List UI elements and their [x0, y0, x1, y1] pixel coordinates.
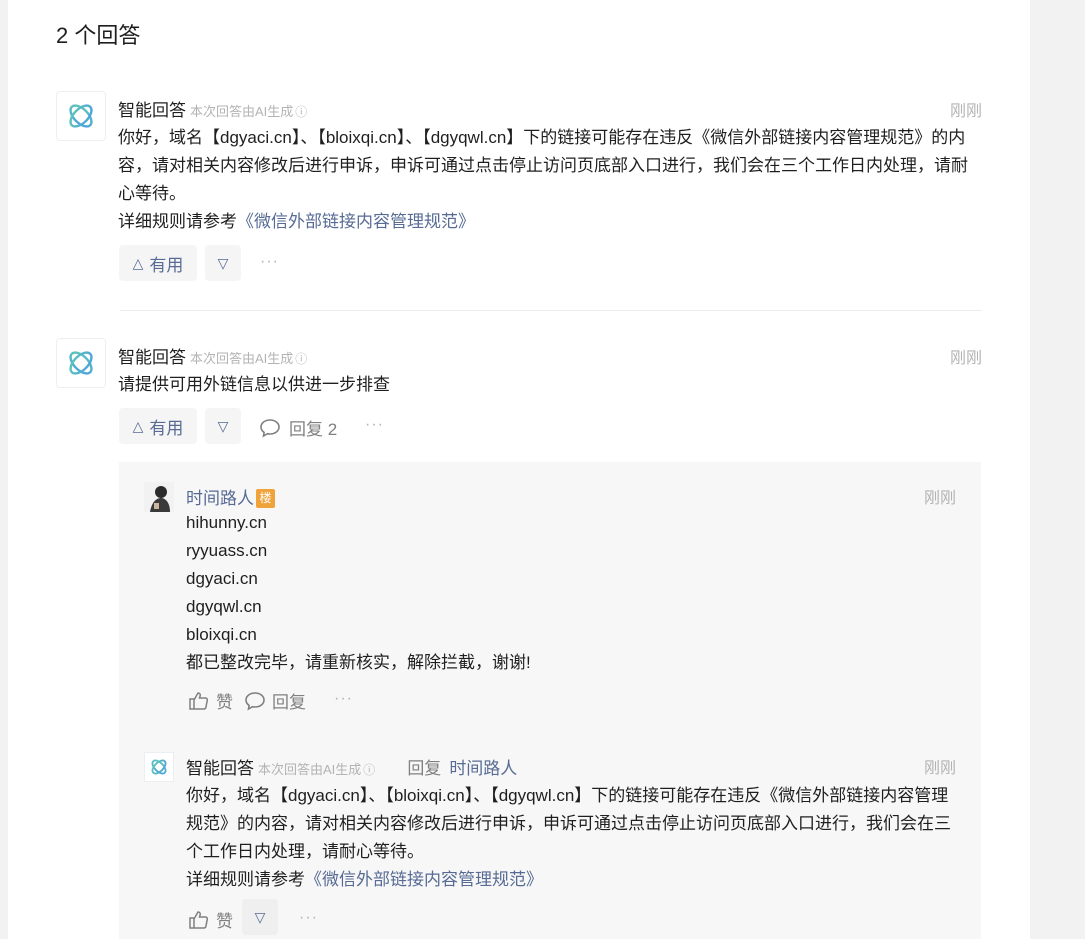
reply-button[interactable]: 回复 2 — [259, 415, 337, 440]
reply-line: hihunny.cn — [186, 513, 267, 532]
answer-text: 你好，域名【dgyaci.cn】、【bloixqi.cn】、【dgyqwl.cn… — [118, 128, 968, 203]
ai-generated-note: 本次回答由AI生成 — [258, 762, 362, 777]
answer-item: 智能回答 本次回答由AI生成 ⓘ 刚刚 请提供可用外链信息以供进一步排查 — [56, 337, 982, 397]
author-name[interactable]: 智能回答 — [118, 348, 186, 367]
reply-to-user[interactable]: 时间路人 — [449, 759, 517, 778]
reply-header: 时间路人楼 — [186, 484, 275, 509]
more-options-icon[interactable]: ··· — [365, 416, 384, 434]
answer-divider — [120, 310, 982, 311]
info-icon[interactable]: ⓘ — [363, 763, 375, 777]
answer-header: 智能回答 本次回答由AI生成 ⓘ — [118, 96, 307, 121]
answer-time: 刚刚 — [949, 350, 982, 367]
rules-link[interactable]: 《微信外部链接内容管理规范》 — [237, 212, 475, 231]
thumb-up-icon — [189, 691, 209, 710]
reply-time: 刚刚 — [923, 490, 956, 507]
not-useful-button[interactable]: ▽ — [242, 899, 278, 935]
author-name[interactable]: 智能回答 — [118, 101, 186, 120]
info-icon[interactable]: ⓘ — [295, 105, 307, 119]
ai-avatar[interactable] — [56, 91, 106, 141]
info-icon[interactable]: ⓘ — [295, 352, 307, 366]
thumb-up-outline-icon: △ — [132, 417, 144, 434]
not-useful-button[interactable]: ▽ — [205, 408, 241, 444]
ai-generated-note: 本次回答由AI生成 — [190, 104, 294, 119]
reply-to-label: 回复 — [407, 759, 442, 778]
like-button[interactable]: 赞 — [188, 688, 233, 713]
ai-logo-icon — [69, 104, 93, 128]
useful-label: 有用 — [149, 255, 184, 275]
answers-card: 2 个回答 智能回答 本次回答由AI生成 ⓘ 刚刚 你好，域名【dgyaci.cn】… — [8, 0, 1030, 939]
more-options-icon[interactable]: ··· — [260, 253, 279, 271]
rules-link[interactable]: 《微信外部链接内容管理规范》 — [305, 870, 543, 889]
triangle-down-icon: ▽ — [217, 254, 229, 271]
ai-logo-icon — [151, 759, 167, 775]
useful-label: 有用 — [149, 418, 184, 438]
reply-line: dgyqwl.cn — [186, 597, 262, 616]
reply-line: dgyaci.cn — [186, 569, 258, 588]
useful-button[interactable]: △ 有用 — [119, 245, 197, 281]
triangle-down-icon: ▽ — [254, 908, 266, 925]
like-label: 赞 — [216, 912, 233, 931]
reply-count-label: 回复 2 — [289, 420, 338, 439]
reply-line: bloixqi.cn — [186, 625, 257, 644]
reply-thread: 时间路人楼 刚刚 hihunny.cn ryyuass.cn dgyaci.cn… — [119, 462, 981, 939]
reply-button[interactable]: 回复 — [244, 688, 306, 713]
ai-avatar[interactable] — [144, 752, 174, 782]
reply-header: 智能回答 本次回答由AI生成 ⓘ 回复 时间路人 — [186, 754, 517, 779]
more-options-icon[interactable]: ··· — [299, 909, 318, 927]
reply-body: 你好，域名【dgyaci.cn】、【bloixqi.cn】、【dgyqwl.cn… — [186, 782, 962, 894]
user-avatar[interactable] — [144, 482, 174, 512]
reply-line: 都已整改完毕，请重新核实，解除拦截，谢谢! — [186, 653, 531, 672]
ai-logo-icon — [69, 351, 93, 375]
reply-time: 刚刚 — [923, 760, 956, 777]
reply-text: 你好，域名【dgyaci.cn】、【bloixqi.cn】、【dgyqwl.cn… — [186, 786, 951, 861]
answer-reference: 详细规则请参考《微信外部链接内容管理规范》 — [118, 208, 980, 236]
reply-body: hihunny.cn ryyuass.cn dgyaci.cn dgyqwl.c… — [186, 509, 531, 677]
reference-prefix: 详细规则请参考 — [186, 870, 305, 889]
comment-bubble-icon — [245, 691, 265, 711]
like-button[interactable]: 赞 — [188, 907, 233, 932]
reply-label: 回复 — [272, 693, 306, 712]
reply-author[interactable]: 时间路人 — [186, 489, 254, 508]
ai-avatar[interactable] — [56, 338, 106, 388]
answer-time: 刚刚 — [949, 103, 982, 120]
reply-author[interactable]: 智能回答 — [186, 759, 254, 778]
answers-count-heading: 2 个回答 — [56, 23, 141, 48]
triangle-down-icon: ▽ — [217, 417, 229, 434]
reply-line: ryyuass.cn — [186, 541, 268, 560]
thumb-up-icon — [189, 910, 209, 929]
reply-reference: 详细规则请参考《微信外部链接内容管理规范》 — [186, 866, 962, 894]
comment-bubble-icon — [260, 418, 280, 438]
more-options-icon[interactable]: ··· — [334, 690, 353, 708]
ai-generated-note: 本次回答由AI生成 — [190, 351, 294, 366]
not-useful-button[interactable]: ▽ — [205, 245, 241, 281]
answer-text: 请提供可用外链信息以供进一步排查 — [118, 375, 390, 394]
thumb-up-outline-icon: △ — [132, 254, 144, 271]
like-label: 赞 — [216, 693, 233, 712]
answer-body: 你好，域名【dgyaci.cn】、【bloixqi.cn】、【dgyqwl.cn… — [118, 124, 980, 236]
floor-owner-badge: 楼 — [256, 489, 275, 508]
user-avatar-image — [144, 482, 174, 512]
reference-prefix: 详细规则请参考 — [118, 212, 237, 231]
answer-header: 智能回答 本次回答由AI生成 ⓘ — [118, 343, 307, 368]
useful-button[interactable]: △ 有用 — [119, 408, 197, 444]
